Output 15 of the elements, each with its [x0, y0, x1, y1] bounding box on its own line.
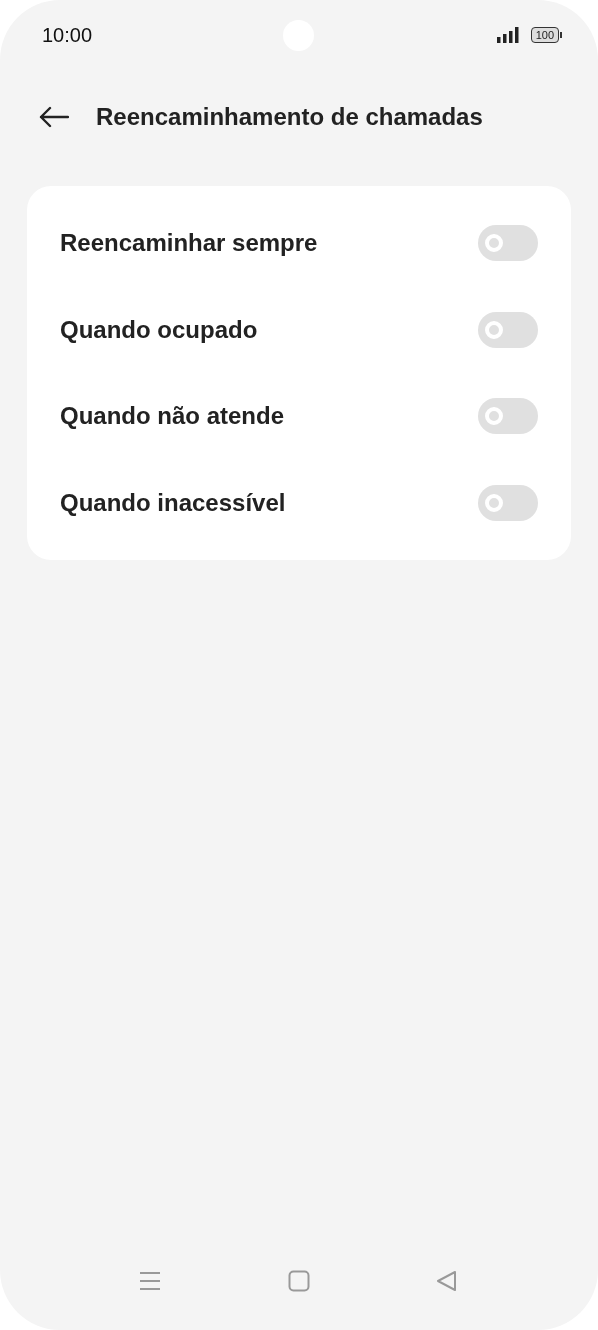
toggle-switch[interactable]	[478, 225, 538, 262]
battery-icon: 100	[530, 27, 562, 43]
home-icon[interactable]	[287, 1270, 310, 1292]
setting-label: Reencaminhar sempre	[60, 229, 319, 258]
toggle-switch[interactable]	[478, 398, 538, 435]
signal-icon	[496, 27, 521, 43]
page-title: Reencaminhamento de chamadas	[96, 103, 483, 131]
setting-label: Quando inacessível	[60, 488, 287, 517]
toggle-switch[interactable]	[478, 484, 538, 521]
menu-icon[interactable]	[139, 1270, 161, 1292]
setting-label: Quando não atende	[60, 402, 285, 431]
clock: 10:00	[42, 23, 93, 47]
toggle-switch[interactable]	[478, 311, 538, 348]
setting-label: Quando ocupado	[60, 315, 259, 344]
back-icon[interactable]	[436, 1270, 458, 1292]
